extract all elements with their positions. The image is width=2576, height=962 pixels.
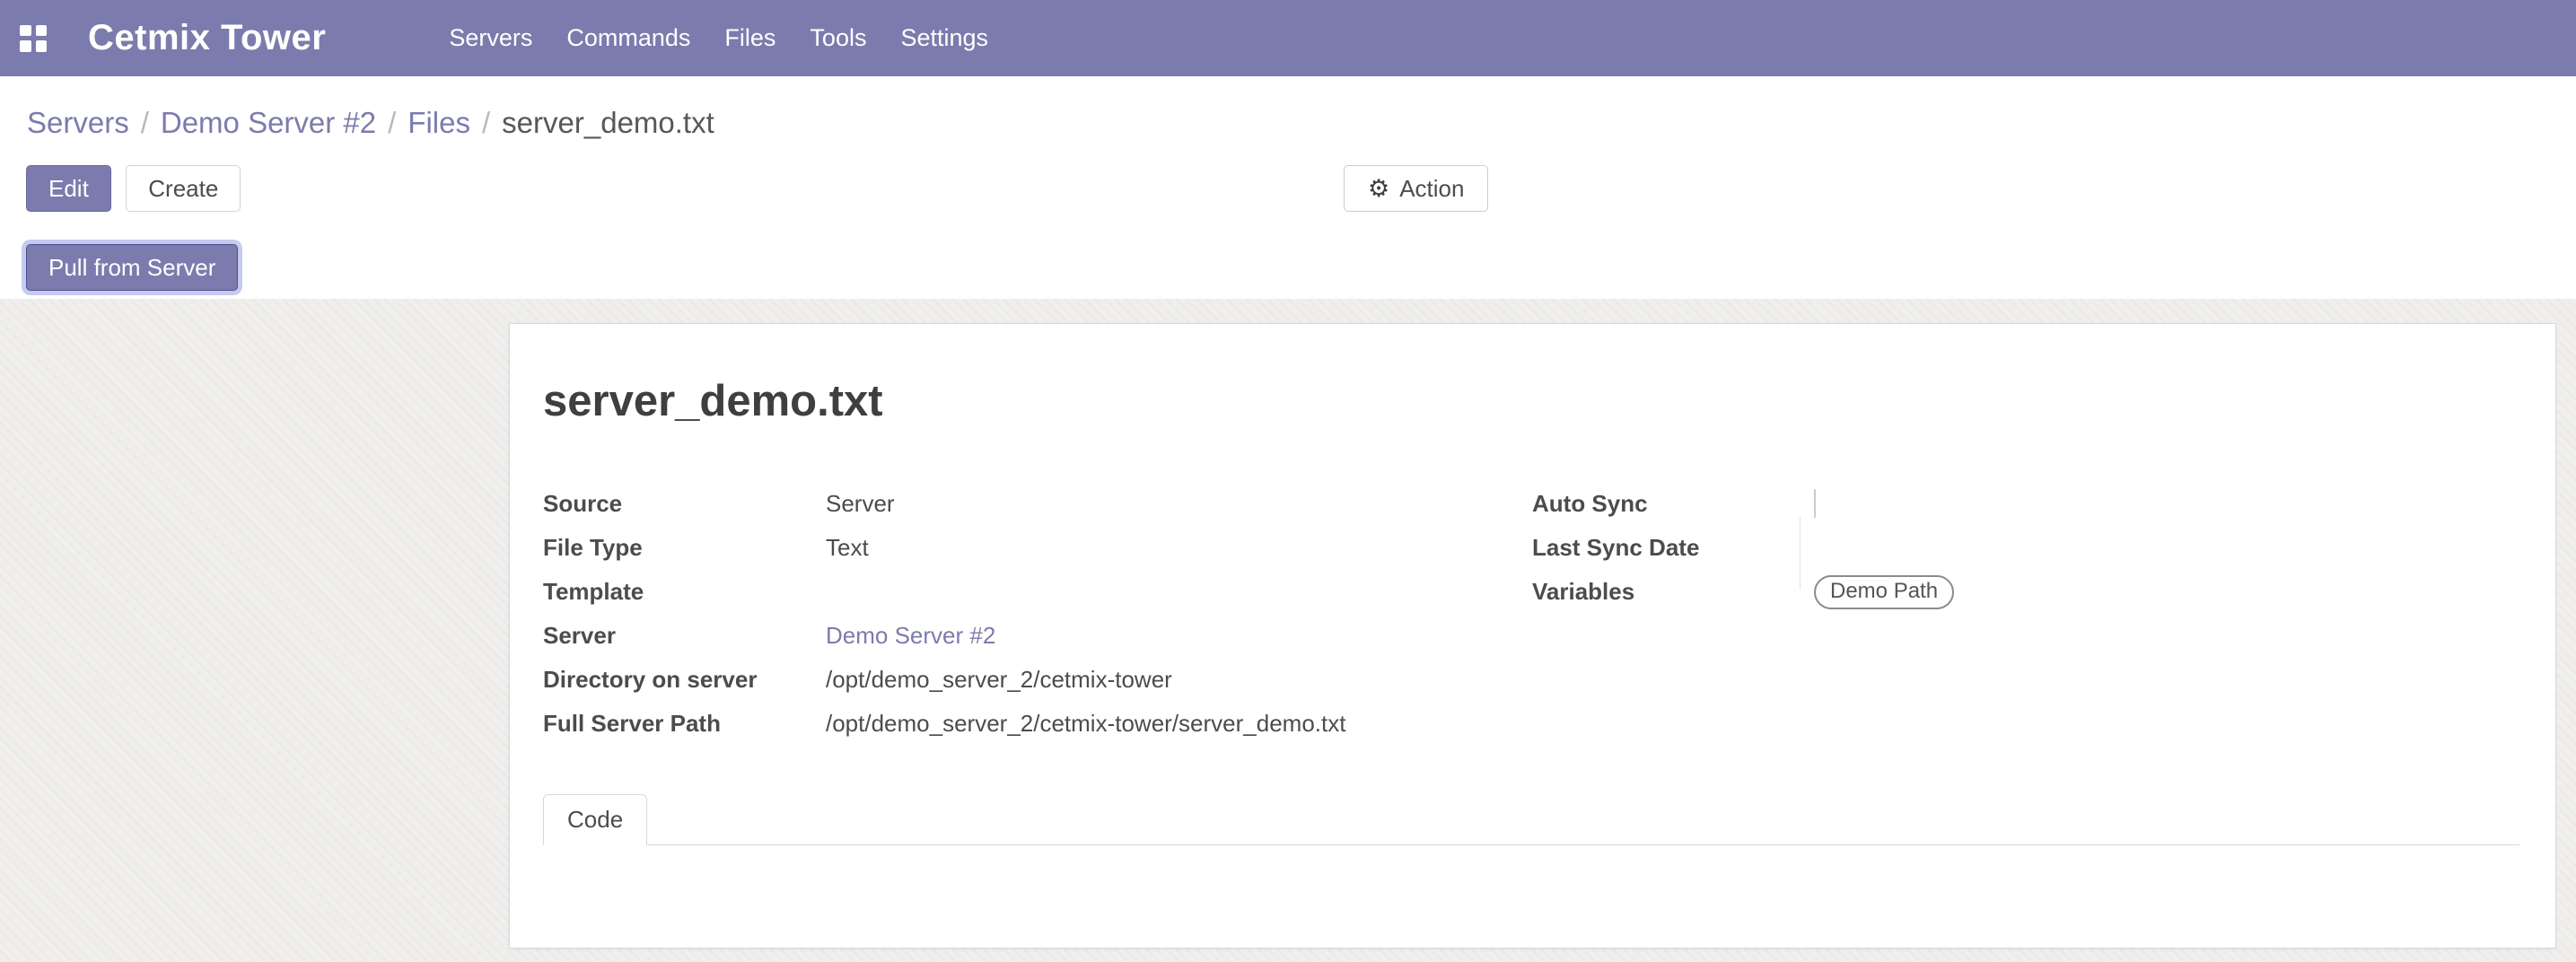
field-column-divider xyxy=(1800,517,1801,590)
field-last-sync-date-label: Last Sync Date xyxy=(1532,534,1814,562)
create-button[interactable]: Create xyxy=(126,165,241,212)
breadcrumb-current: server_demo.txt xyxy=(502,106,714,139)
breadcrumb: Servers / Demo Server #2 / Files / server_demo… xyxy=(0,76,2576,140)
breadcrumb-separator: / xyxy=(482,106,490,139)
field-row-directory: Directory on server /opt/demo_server_2/c… xyxy=(543,658,1532,702)
breadcrumb-link-files[interactable]: Files xyxy=(407,106,470,139)
tab-code[interactable]: Code xyxy=(543,794,647,845)
apps-grid-square xyxy=(36,40,48,52)
apps-grid-square xyxy=(20,25,31,37)
field-row-file-type: File Type Text xyxy=(543,526,1532,570)
field-groups: Source Server File Type Text Template Se… xyxy=(543,482,2519,746)
field-source-value: Server xyxy=(826,490,895,518)
nav-item-commands[interactable]: Commands xyxy=(549,24,707,52)
pull-from-server-button[interactable]: Pull from Server xyxy=(26,244,238,291)
breadcrumb-separator: / xyxy=(388,106,396,139)
form-sheet: server_demo.txt Source Server File Type … xyxy=(509,323,2556,949)
field-group-right: Auto Sync Last Sync Date Variables Demo … xyxy=(1532,482,2519,746)
field-row-variables: Variables Demo Path xyxy=(1532,570,2519,614)
screen: Cetmix Tower Servers Commands Files Tool… xyxy=(0,0,2576,962)
apps-grid-square xyxy=(20,40,31,52)
field-row-template: Template xyxy=(543,570,1532,614)
control-panel: Servers / Demo Server #2 / Files / server_demo… xyxy=(0,76,2576,299)
app-brand[interactable]: Cetmix Tower xyxy=(88,18,326,58)
field-row-last-sync-date: Last Sync Date xyxy=(1532,526,2519,570)
breadcrumb-link-demo-server[interactable]: Demo Server #2 xyxy=(161,106,376,139)
breadcrumb-link-servers[interactable]: Servers xyxy=(27,106,129,139)
action-button-label: Action xyxy=(1399,175,1464,202)
field-server-value-link[interactable]: Demo Server #2 xyxy=(826,622,995,649)
apps-grid-square xyxy=(36,25,48,37)
field-directory-value: /opt/demo_server_2/cetmix-tower xyxy=(826,666,1172,694)
field-full-path-value: /opt/demo_server_2/cetmix-tower/server_d… xyxy=(826,710,1345,738)
gear-icon: ⚙ xyxy=(1368,177,1389,201)
field-row-auto-sync: Auto Sync xyxy=(1532,482,2519,526)
nav-item-tools[interactable]: Tools xyxy=(793,24,883,52)
edit-button[interactable]: Edit xyxy=(26,165,111,212)
field-row-full-path: Full Server Path /opt/demo_server_2/cetm… xyxy=(543,702,1532,746)
button-row: Edit Create ⚙ Action xyxy=(0,140,2576,214)
field-row-source: Source Server xyxy=(543,482,1532,526)
field-source-label: Source xyxy=(543,490,826,518)
action-button[interactable]: ⚙ Action xyxy=(1344,165,1488,212)
field-full-path-label: Full Server Path xyxy=(543,710,826,738)
nav-item-servers[interactable]: Servers xyxy=(432,24,549,52)
breadcrumb-separator: / xyxy=(141,106,149,139)
content-area: server_demo.txt Source Server File Type … xyxy=(0,299,2576,962)
nav-item-settings[interactable]: Settings xyxy=(883,24,1005,52)
action-wrap: ⚙ Action xyxy=(1344,165,1488,212)
tab-content xyxy=(543,845,2519,949)
top-navbar: Cetmix Tower Servers Commands Files Tool… xyxy=(0,0,2576,76)
page-title: server_demo.txt xyxy=(543,376,2519,426)
main-menu: Servers Commands Files Tools Settings xyxy=(432,24,1005,52)
field-directory-label: Directory on server xyxy=(543,666,826,694)
tab-strip: Code xyxy=(543,794,2519,845)
field-variables-label: Variables xyxy=(1532,578,1814,606)
variable-tag-demo-path: Demo Path xyxy=(1814,575,1954,609)
field-auto-sync-label: Auto Sync xyxy=(1532,490,1814,518)
field-template-label: Template xyxy=(543,578,826,606)
nav-item-files[interactable]: Files xyxy=(707,24,793,52)
field-row-server: Server Demo Server #2 xyxy=(543,614,1532,658)
field-server-label: Server xyxy=(543,622,826,650)
pull-row: Pull from Server xyxy=(0,214,2576,291)
auto-sync-checkbox xyxy=(1814,489,1816,518)
field-file-type-value: Text xyxy=(826,534,869,562)
field-file-type-label: File Type xyxy=(543,534,826,562)
field-group-left: Source Server File Type Text Template Se… xyxy=(543,482,1532,746)
apps-menu-icon[interactable] xyxy=(20,25,47,52)
